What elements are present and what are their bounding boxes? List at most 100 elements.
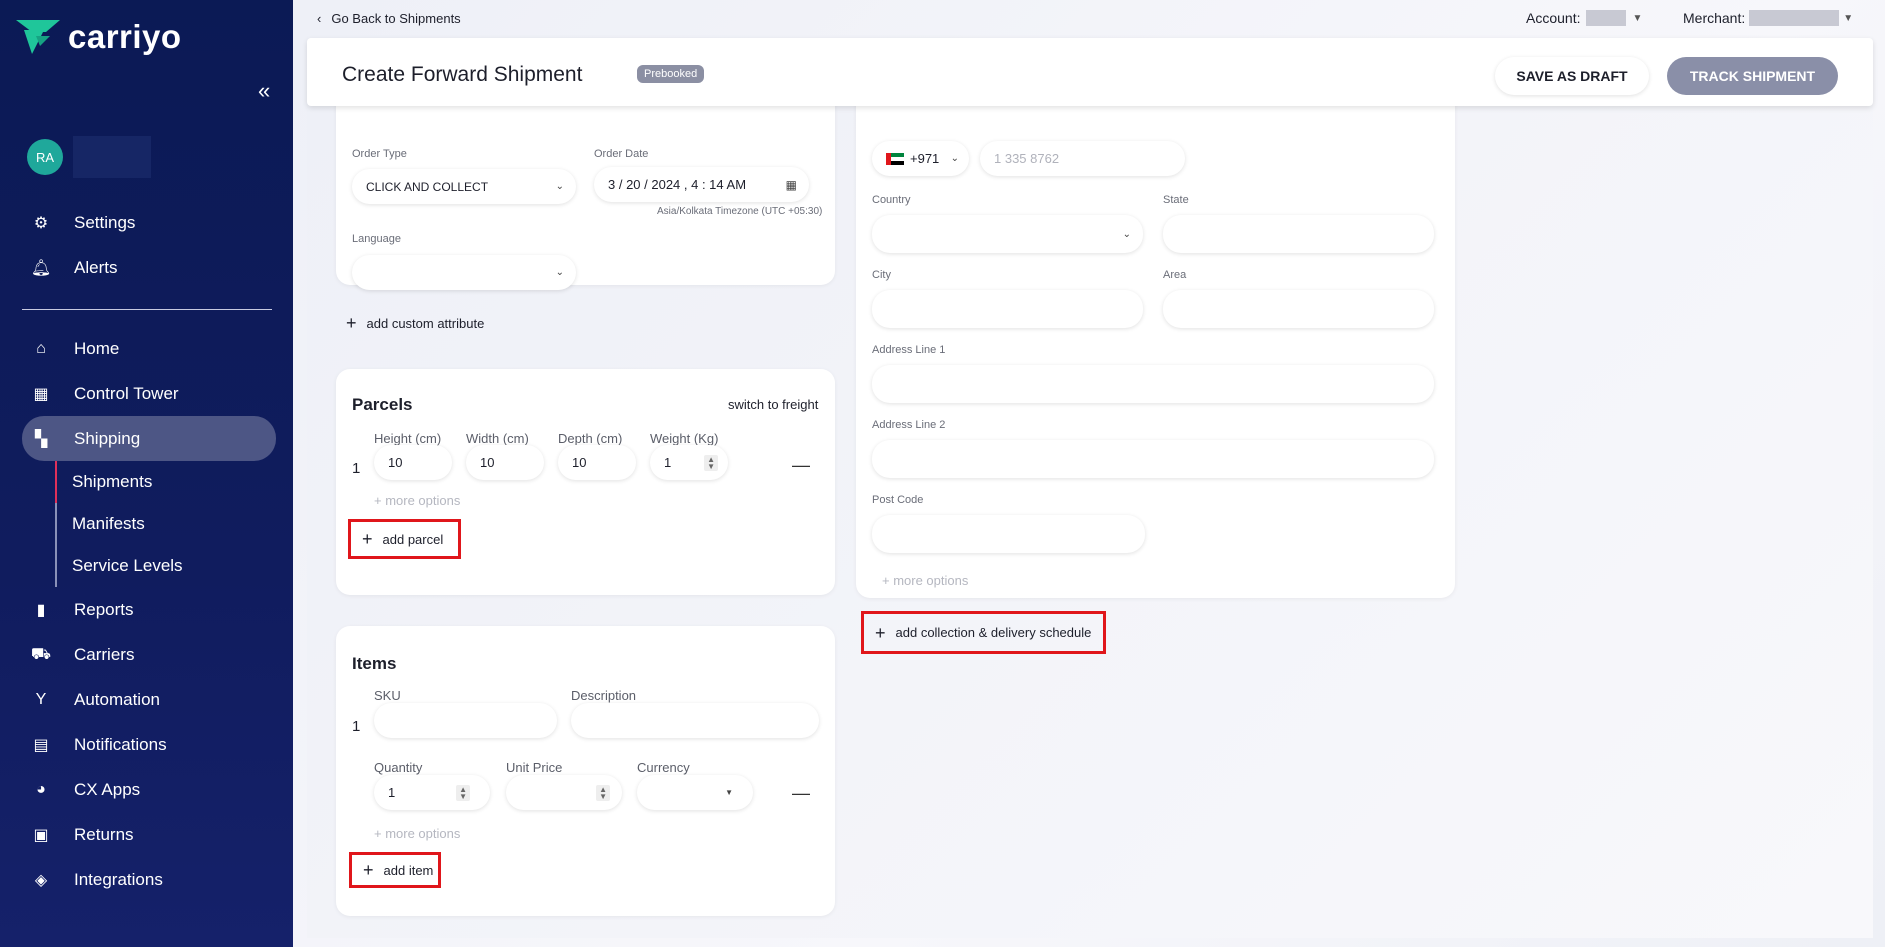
- height-label: Height (cm): [374, 431, 442, 446]
- country-select[interactable]: ⌄: [872, 215, 1143, 253]
- save-as-draft-button[interactable]: SAVE AS DRAFT: [1495, 57, 1649, 95]
- height-input[interactable]: 10: [374, 445, 452, 480]
- sidebar-item-notifications[interactable]: ▤ Notifications: [22, 722, 276, 767]
- collapse-sidebar-icon[interactable]: «: [258, 78, 270, 104]
- user-profile[interactable]: RA: [27, 136, 151, 178]
- nav-main: ⌂ Home ▦ Control Tower ▚ Shipping Shipme…: [22, 326, 276, 902]
- add-parcel-label: add parcel: [382, 531, 444, 547]
- state-input[interactable]: [1163, 215, 1434, 253]
- stepper-icon[interactable]: ▲ ▼: [456, 784, 470, 801]
- sidebar-item-integrations[interactable]: ◈ Integrations: [22, 857, 276, 902]
- track-shipment-button[interactable]: TRACK SHIPMENT: [1667, 57, 1838, 95]
- phone-placeholder: 1 335 8762: [994, 151, 1060, 166]
- sidebar-divider: [22, 309, 272, 310]
- sidebar-item-reports[interactable]: ▮ Reports: [22, 587, 276, 632]
- depth-input[interactable]: 10: [558, 445, 636, 480]
- chevron-down-icon: ▼: [1632, 12, 1643, 24]
- chevron-down-icon: ⌄: [950, 153, 959, 164]
- add-parcel-button[interactable]: + add parcel: [348, 519, 461, 559]
- sidebar-subitem-shipments[interactable]: Shipments: [55, 461, 276, 503]
- sidebar-item-label: Automation: [74, 689, 160, 709]
- sidebar-item-alerts[interactable]: 🔔︎ Alerts: [22, 245, 276, 290]
- unit-price-input[interactable]: ▲ ▼: [506, 775, 622, 810]
- quantity-value: 1: [388, 785, 396, 800]
- nav-top: ⚙ Settings 🔔︎ Alerts: [22, 200, 276, 290]
- unit-price-label: Unit Price: [506, 760, 563, 775]
- return-box-icon: ▣: [33, 826, 49, 844]
- plus-icon: +: [362, 529, 373, 549]
- user-name-redacted: [73, 136, 151, 178]
- weight-input[interactable]: 1 ▲ ▼: [650, 445, 728, 480]
- sidebar-item-label: Alerts: [74, 257, 118, 277]
- currency-label: Currency: [637, 760, 690, 775]
- sidebar-item-label: Notifications: [74, 734, 167, 754]
- add-item-button[interactable]: + add item: [349, 852, 441, 888]
- quantity-stepper[interactable]: 1 ▲ ▼: [374, 775, 490, 810]
- sidebar-item-returns[interactable]: ▣ Returns: [22, 812, 276, 857]
- currency-select[interactable]: ▼: [637, 775, 753, 810]
- item-more-options[interactable]: + more options: [374, 826, 460, 841]
- sidebar-subitem-manifests[interactable]: Manifests: [55, 503, 276, 545]
- bar-chart-icon: ▮: [36, 601, 46, 619]
- stepper-icon[interactable]: ▲ ▼: [704, 454, 718, 471]
- description-input[interactable]: [571, 703, 819, 738]
- gear-icon: ⚙: [33, 214, 49, 232]
- parcels-card: Parcels switch to freight Height (cm) Wi…: [336, 369, 835, 595]
- sidebar-item-settings[interactable]: ⚙ Settings: [22, 200, 276, 245]
- account-label: Account:: [1526, 10, 1581, 26]
- phone-country-code-select[interactable]: +971 ⌄: [872, 141, 969, 176]
- width-input[interactable]: 10: [466, 445, 544, 480]
- order-type-value: CLICK AND COLLECT: [366, 179, 489, 194]
- sidebar-item-label: Carriers: [74, 644, 135, 664]
- area-input[interactable]: [1163, 290, 1434, 328]
- quantity-label: Quantity: [374, 760, 423, 775]
- address-line-2-input[interactable]: [872, 440, 1434, 478]
- add-custom-attribute-button[interactable]: + add custom attribute: [346, 314, 484, 332]
- merchant-selector[interactable]: Merchant: ▼: [1683, 10, 1853, 26]
- address-more-options[interactable]: + more options: [882, 573, 968, 588]
- sidebar-item-automation[interactable]: Y Automation: [22, 677, 276, 722]
- sidebar-item-control-tower[interactable]: ▦ Control Tower: [22, 371, 276, 416]
- phone-code-value: +971: [910, 151, 940, 166]
- back-link[interactable]: ‹ Go Back to Shipments: [317, 11, 461, 26]
- plus-icon: +: [363, 860, 374, 880]
- sidebar-item-home[interactable]: ⌂ Home: [22, 326, 276, 371]
- language-select[interactable]: ⌄: [352, 255, 576, 290]
- add-collection-delivery-schedule-button[interactable]: + add collection & delivery schedule: [861, 611, 1106, 654]
- chevron-down-icon: ⌄: [1122, 228, 1131, 240]
- sku-input[interactable]: [374, 703, 557, 738]
- city-input[interactable]: [872, 290, 1143, 328]
- carriyo-logo[interactable]: carriyo: [16, 18, 182, 56]
- order-date-input[interactable]: 3 / 20 / 2024 , 4 : 14 AM ▦: [594, 167, 809, 202]
- post-code-input[interactable]: [872, 515, 1145, 553]
- calendar-icon: ▦: [785, 177, 797, 192]
- parcels-title: Parcels: [352, 395, 413, 414]
- stepper-icon[interactable]: ▲ ▼: [596, 784, 610, 801]
- sidebar-item-shipping[interactable]: ▚ Shipping: [22, 416, 276, 461]
- item-row-number: 1: [352, 718, 361, 735]
- parcel-more-options[interactable]: + more options: [374, 493, 460, 508]
- order-type-select[interactable]: CLICK AND COLLECT ⌄: [352, 169, 576, 204]
- chevron-down-icon: ▼: [1843, 12, 1854, 24]
- address-card: +971 ⌄ 1 335 8762 Country State ⌄ City A…: [856, 68, 1455, 598]
- sidebar-item-cx-apps[interactable]: ◕ CX Apps: [22, 767, 276, 812]
- merchant-label: Merchant:: [1683, 10, 1746, 26]
- remove-item-button[interactable]: —: [792, 783, 810, 804]
- switch-to-freight-link[interactable]: switch to freight: [728, 397, 818, 412]
- truck-icon: ⛟: [30, 645, 52, 663]
- shipping-icon: ▚: [34, 430, 48, 448]
- height-value: 10: [388, 455, 403, 470]
- sidebar-item-label: CX Apps: [74, 779, 141, 799]
- city-label: City: [872, 269, 891, 281]
- plus-icon: +: [346, 313, 357, 333]
- status-badge: Prebooked: [637, 65, 705, 83]
- fork-icon: Y: [35, 690, 47, 708]
- address-line-1-input[interactable]: [872, 365, 1434, 403]
- phone-input[interactable]: 1 335 8762: [980, 141, 1185, 176]
- account-selector[interactable]: Account: ▼: [1526, 10, 1642, 26]
- weight-label: Weight (Kg): [650, 431, 719, 446]
- sidebar-item-carriers[interactable]: ⛟ Carriers: [22, 632, 276, 677]
- remove-parcel-button[interactable]: —: [792, 455, 810, 476]
- sidebar-item-label: Control Tower: [74, 383, 179, 403]
- sidebar-subitem-service-levels[interactable]: Service Levels: [55, 545, 276, 587]
